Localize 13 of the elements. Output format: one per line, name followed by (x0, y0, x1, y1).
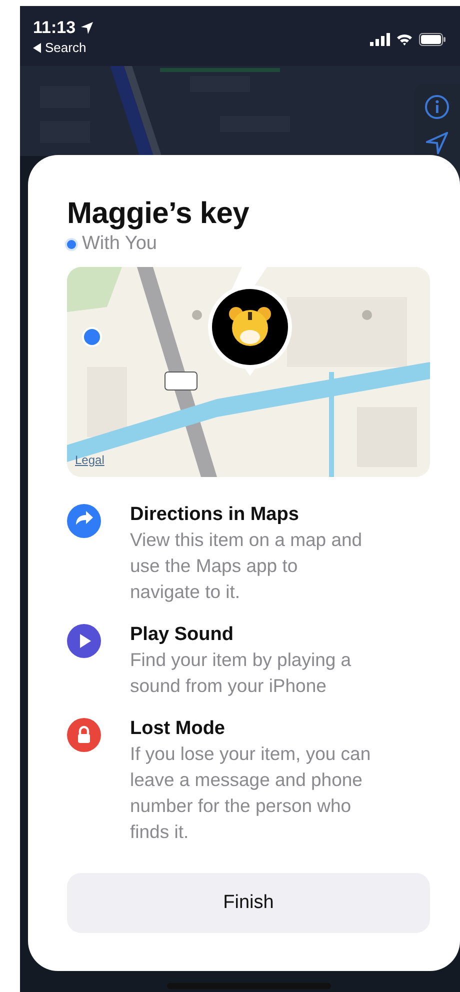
action-title[interactable]: Directions in Maps (130, 503, 372, 527)
action-description: View this item on a map and use the Maps app to navigate to it. (130, 528, 364, 604)
action-title[interactable]: Lost Mode (130, 717, 372, 741)
action-title[interactable]: Play Sound (130, 623, 372, 647)
action-description: If you lose your item, you can leave a message and phone number for the person who finds it. (130, 742, 372, 844)
back-link[interactable]: Search (33, 40, 94, 55)
action-description: Find your item by playing a sound from your iPhone (130, 648, 352, 698)
legal-link[interactable]: Legal (75, 453, 104, 467)
finish-button[interactable]: Finish (67, 873, 430, 933)
item-status: With You (82, 233, 157, 255)
item-title: Maggie’s key (67, 197, 250, 231)
status-time: 11:13 (33, 18, 76, 38)
map-view[interactable]: Legal (67, 267, 430, 477)
